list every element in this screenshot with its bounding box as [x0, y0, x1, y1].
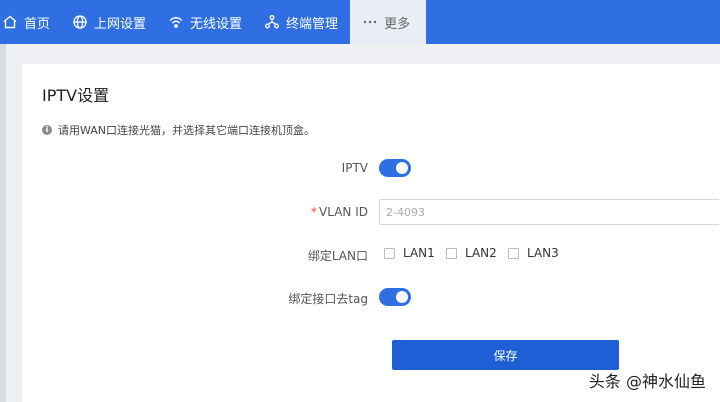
checkbox-box[interactable] — [508, 247, 519, 259]
hint-message: i 请用WAN口连接光猫，并选择其它端口连接机顶盒。 — [42, 122, 315, 138]
network-icon — [264, 14, 280, 30]
iptv-toggle[interactable] — [379, 159, 411, 177]
nav-item-label: 上网设置 — [94, 16, 147, 32]
page-title: IPTV设置 — [42, 86, 110, 105]
bind-lan-label: 绑定LAN口 — [307, 249, 368, 263]
more-icon — [362, 14, 378, 30]
checkbox-box[interactable] — [446, 247, 457, 259]
wifi-icon — [168, 14, 184, 30]
checkbox-label: LAN1 — [403, 246, 435, 260]
nav-item-internet[interactable]: 上网设置 — [62, 0, 158, 44]
vlan-id-input[interactable] — [379, 199, 719, 225]
info-icon: i — [42, 125, 52, 135]
required-mark: * — [311, 205, 318, 219]
vlan-id-label-text: VLAN ID — [319, 205, 368, 219]
iptv-settings-panel: IPTV设置 i 请用WAN口连接光猫，并选择其它端口连接机顶盒。 IPTV *… — [22, 64, 720, 402]
checkbox-label: LAN2 — [465, 246, 497, 260]
nav-item-label: 终端管理 — [286, 16, 339, 32]
home-icon — [2, 14, 18, 30]
iptv-label: IPTV — [341, 161, 368, 175]
nav-item-label: 更多 — [384, 16, 411, 32]
hint-text: 请用WAN口连接光猫，并选择其它端口连接机顶盒。 — [58, 124, 316, 137]
nav-item-devices[interactable]: 终端管理 — [254, 0, 350, 44]
untag-label: 绑定接口去tag — [288, 292, 368, 306]
nav-item-label: 无线设置 — [190, 16, 243, 32]
nav-item-home[interactable]: 首页 — [0, 0, 62, 44]
nav-item-wireless[interactable]: 无线设置 — [158, 0, 254, 44]
nav-item-more[interactable]: 更多 — [350, 0, 427, 44]
toggle-knob — [396, 291, 408, 303]
checkbox-label: LAN3 — [527, 246, 559, 260]
globe-icon — [72, 14, 88, 30]
sidebar-edge — [0, 44, 6, 402]
checkbox-box[interactable] — [384, 247, 395, 259]
nav-item-label: 首页 — [24, 16, 51, 32]
lan3-checkbox[interactable]: LAN3 — [508, 246, 559, 260]
lan2-checkbox[interactable]: LAN2 — [446, 246, 497, 260]
untag-toggle[interactable] — [379, 288, 411, 306]
vlan-id-label: * VLAN ID — [311, 205, 368, 219]
toggle-knob — [396, 162, 408, 174]
watermark: 头条 @神水仙鱼 — [588, 372, 706, 391]
top-navigation: 首页 上网设置 无线设置 终端管理 更多 — [0, 0, 720, 44]
lan1-checkbox[interactable]: LAN1 — [384, 246, 435, 260]
save-button[interactable]: 保存 — [392, 340, 619, 370]
